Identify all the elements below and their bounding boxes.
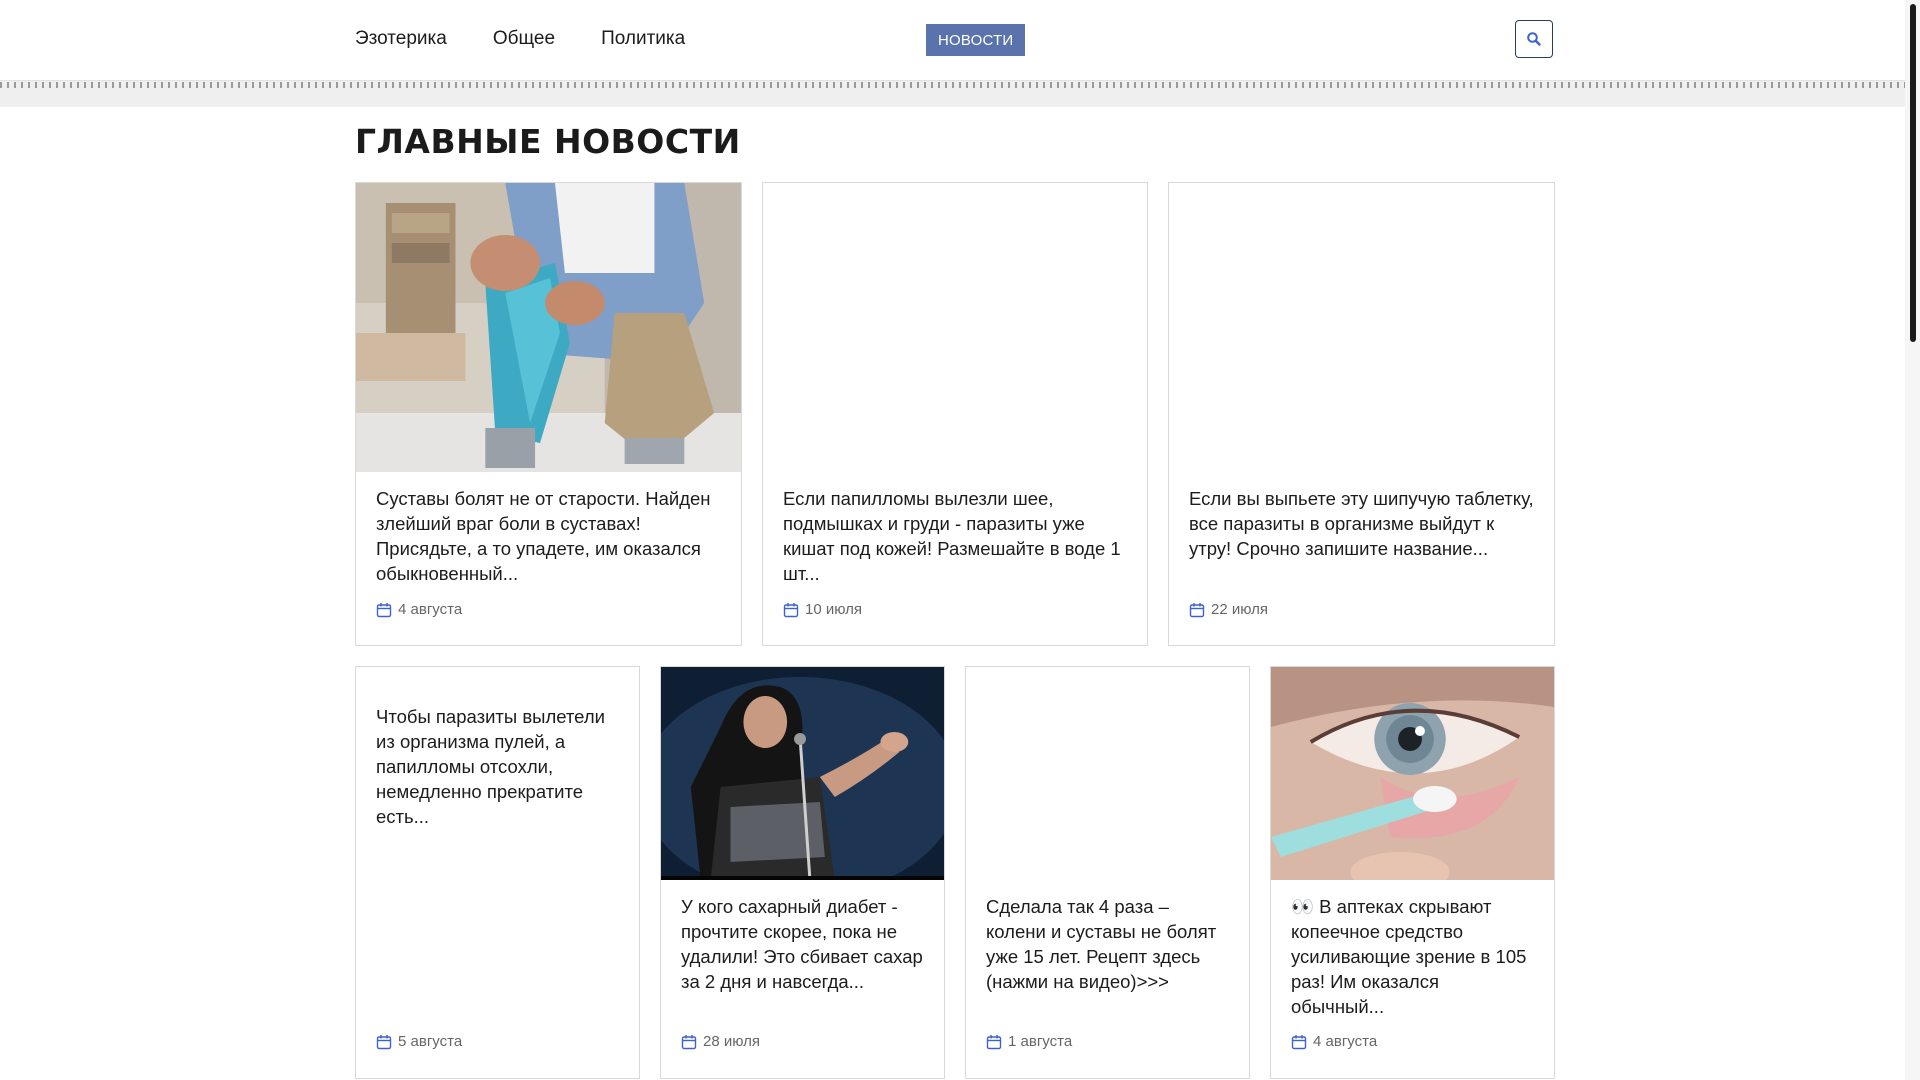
nav-link-esoterics[interactable]: Эзотерика xyxy=(355,28,447,50)
card-date-text: 4 августа xyxy=(1313,1033,1378,1050)
card-date: 10 июля xyxy=(783,601,862,618)
calendar-icon xyxy=(1189,602,1205,617)
news-card[interactable]: Если вы выпьете эту шипучую таблетку, вс… xyxy=(1168,182,1555,646)
card-date-text: 10 июля xyxy=(805,601,863,618)
card-title[interactable]: Если папилломы вылезли шее, подмышках и … xyxy=(783,486,1129,586)
card-image xyxy=(661,667,944,880)
news-card[interactable]: Чтобы паразиты вылетели из организма пул… xyxy=(355,666,640,1079)
card-date-text: 1 августа xyxy=(1008,1033,1073,1050)
news-card[interactable]: 👀 В аптеках скрывают копеечное средство … xyxy=(1270,666,1555,1079)
card-title[interactable]: Суставы болят не от старости. Найден зле… xyxy=(376,486,723,586)
card-date-text: 28 июля xyxy=(703,1033,761,1050)
calendar-icon xyxy=(1291,1034,1307,1049)
calendar-icon xyxy=(376,602,392,617)
card-image xyxy=(1271,667,1554,880)
card-date: 1 августа xyxy=(986,1033,1072,1050)
news-badge[interactable]: НОВОСТИ xyxy=(926,24,1026,56)
card-date-text: 4 августа xyxy=(398,601,463,618)
news-card[interactable]: Суставы болят не от старости. Найден зле… xyxy=(355,182,742,646)
card-title[interactable]: 👀 В аптеках скрывают копеечное средство … xyxy=(1291,894,1536,1019)
calendar-icon xyxy=(986,1034,1002,1049)
news-card[interactable]: Если папилломы вылезли шее, подмышках и … xyxy=(762,182,1148,646)
nav-link-politics[interactable]: Политика xyxy=(601,28,685,50)
search-icon xyxy=(1527,32,1541,46)
calendar-icon xyxy=(376,1034,392,1049)
card-title[interactable]: Если вы выпьете эту шипучую таблетку, вс… xyxy=(1189,486,1536,561)
scrollbar-thumb[interactable] xyxy=(1910,4,1916,342)
card-date: 5 августа xyxy=(376,1033,462,1050)
card-date: 28 июля xyxy=(681,1033,760,1050)
card-title[interactable]: Чтобы паразиты вылетели из организма пул… xyxy=(376,704,621,829)
card-date: 4 августа xyxy=(376,601,462,618)
nav-link-general[interactable]: Общее xyxy=(493,28,555,50)
news-card[interactable]: У кого сахарный диабет - прочтите скорее… xyxy=(660,666,945,1079)
calendar-icon xyxy=(783,602,799,617)
card-date-text: 5 августа xyxy=(398,1033,463,1050)
section-title: ГЛАВНЫЕ НОВОСТИ xyxy=(355,122,741,161)
calendar-icon xyxy=(681,1034,697,1049)
main-nav: Эзотерика Общее Политика xyxy=(355,28,685,50)
card-title[interactable]: Сделала так 4 раза – колени и суставы не… xyxy=(986,894,1231,994)
card-date: 4 августа xyxy=(1291,1033,1377,1050)
card-image xyxy=(356,183,741,472)
search-button[interactable] xyxy=(1515,20,1553,58)
card-title[interactable]: У кого сахарный диабет - прочтите скорее… xyxy=(681,894,926,994)
card-date: 22 июля xyxy=(1189,601,1268,618)
dotted-border xyxy=(0,82,1905,88)
news-card[interactable]: Сделала так 4 раза – колени и суставы не… xyxy=(965,666,1250,1079)
card-date-text: 22 июля xyxy=(1211,601,1269,618)
